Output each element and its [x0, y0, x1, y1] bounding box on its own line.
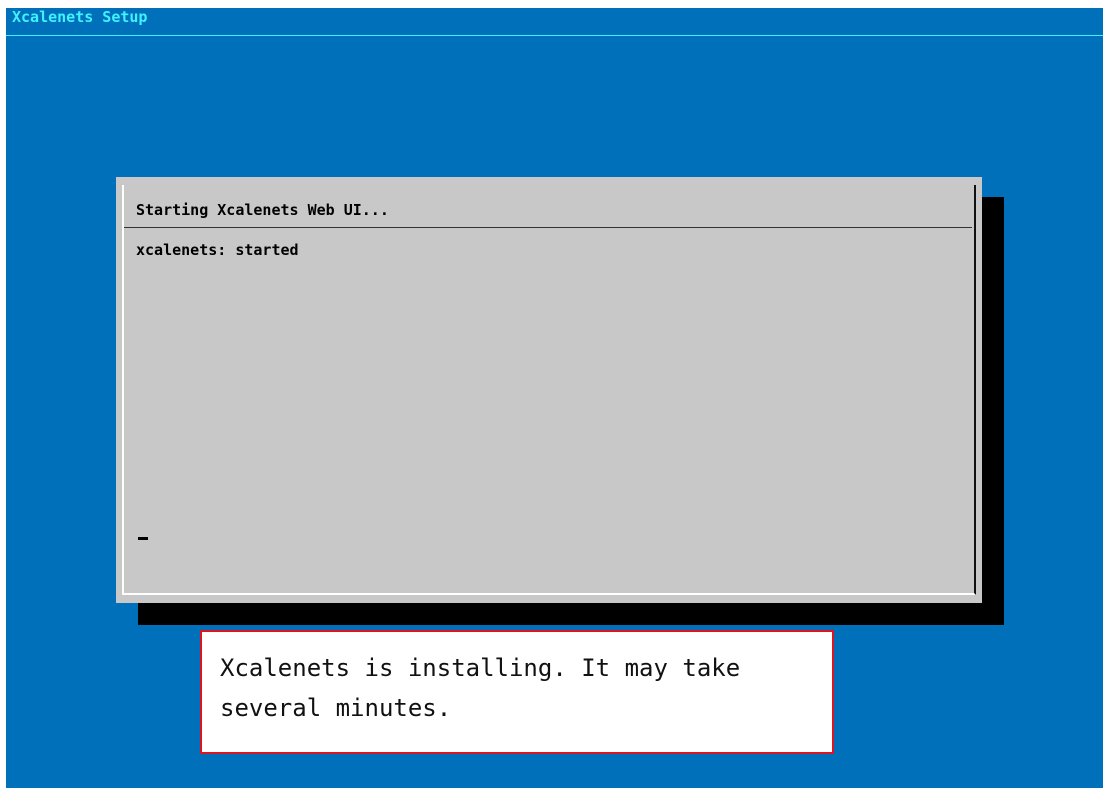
installing-callout: Xcalenets is installing. It may take sev… — [200, 630, 834, 754]
dialog-divider — [124, 227, 972, 228]
setup-title: Xcalenets Setup — [12, 8, 148, 26]
title-divider — [6, 35, 1103, 36]
text-cursor — [138, 537, 148, 540]
log-line: xcalenets: started — [136, 241, 299, 259]
installer-screen: Xcalenets Setup Starting Xcalenets Web U… — [6, 8, 1103, 788]
progress-dialog: Starting Xcalenets Web UI... xcalenets: … — [116, 177, 982, 603]
dialog-title: Starting Xcalenets Web UI... — [136, 201, 389, 219]
